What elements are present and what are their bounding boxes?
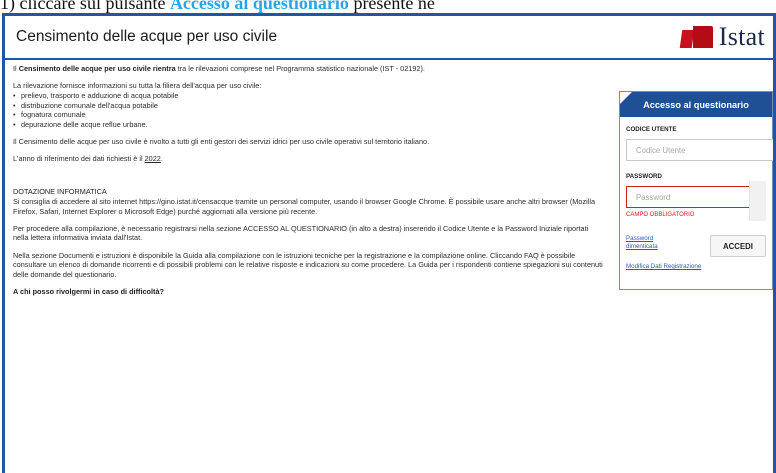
login-actions: Password dimenticata ACCEDI bbox=[626, 235, 766, 259]
password-error: CAMPO OBBLIGATORIO bbox=[626, 212, 695, 218]
dotazione-heading: DOTAZIONE INFORMATICA bbox=[13, 187, 107, 197]
caption-highlight: Accesso al questionario bbox=[169, 0, 349, 13]
password-input[interactable] bbox=[626, 186, 754, 208]
caption-suffix: presente ne bbox=[348, 0, 435, 13]
documenti-paragraph: Nella sezione Documenti e istruzioni è d… bbox=[13, 250, 603, 280]
password-row bbox=[626, 181, 766, 221]
anno-paragraph: L'anno di riferimento dei dati richiesti… bbox=[13, 154, 603, 164]
list-item: fognatura comunale bbox=[13, 110, 603, 120]
dotazione-paragraph: Si consiglia di accedere al sito interne… bbox=[13, 196, 596, 216]
modify-registration-link[interactable]: Modifica Dati Registrazione bbox=[626, 263, 766, 270]
main-content: Il Censimento delle acque per uso civile… bbox=[13, 64, 603, 297]
caption-prefix: 1) cliccare sul pulsante bbox=[0, 0, 170, 13]
page-frame: Censimento delle acque per uso civile Is… bbox=[2, 13, 776, 473]
page-header: Censimento delle acque per uso civile Is… bbox=[5, 16, 773, 60]
forgot-password-link[interactable]: Password dimenticata bbox=[626, 235, 670, 251]
accedi-button[interactable]: ACCEDI bbox=[710, 235, 766, 257]
password-label: PASSWORD bbox=[626, 173, 662, 180]
user-code-input[interactable] bbox=[626, 139, 773, 161]
istat-logo-icon bbox=[679, 26, 713, 48]
page-title: Censimento delle acque per uso civile bbox=[16, 28, 278, 45]
intro-text-end: tra le rilevazioni comprese nel Programm… bbox=[175, 64, 425, 73]
list-item: distribuzione comunale dell'acqua potabi… bbox=[13, 101, 603, 111]
anno-year: 2022 bbox=[144, 154, 161, 164]
password-side-panel bbox=[749, 181, 766, 221]
rivolto-paragraph: Il Censimento delle acque per uso civile… bbox=[13, 137, 430, 147]
intro-paragraph: Il Censimento delle acque per uso civile… bbox=[13, 64, 603, 74]
filiera-lead: La rilevazione fornisce informazioni su … bbox=[13, 81, 262, 91]
compilazione-paragraph: Per procedere alla compilazione, è neces… bbox=[13, 223, 589, 243]
anno-end: . bbox=[160, 154, 163, 164]
intro-bold: Censimento delle acque per uso civile ri… bbox=[18, 64, 176, 73]
help-question: A chi posso rivolgermi in caso di diffic… bbox=[13, 287, 164, 297]
list-item: depurazione delle acque reflue urbane. bbox=[13, 120, 603, 130]
user-label: CODICE UTENTE bbox=[626, 126, 677, 133]
instruction-caption: 1) cliccare sul pulsante Accesso al ques… bbox=[0, 0, 776, 13]
login-title: Accesso al questionario bbox=[620, 92, 772, 117]
list-item: prelievo, trasporto e adduzione di acqua… bbox=[13, 91, 603, 101]
filiera-list: prelievo, trasporto e adduzione di acqua… bbox=[13, 91, 603, 130]
login-panel: Accesso al questionario CODICE UTENTE PA… bbox=[619, 91, 773, 290]
istat-logo-text: Istat bbox=[718, 22, 765, 51]
istat-logo[interactable]: Istat bbox=[679, 22, 767, 52]
anno-text: L'anno di riferimento dei dati richiesti… bbox=[13, 154, 145, 164]
login-body: CODICE UTENTE PASSWORD CAMPO OBBLIGATORI… bbox=[620, 117, 773, 270]
